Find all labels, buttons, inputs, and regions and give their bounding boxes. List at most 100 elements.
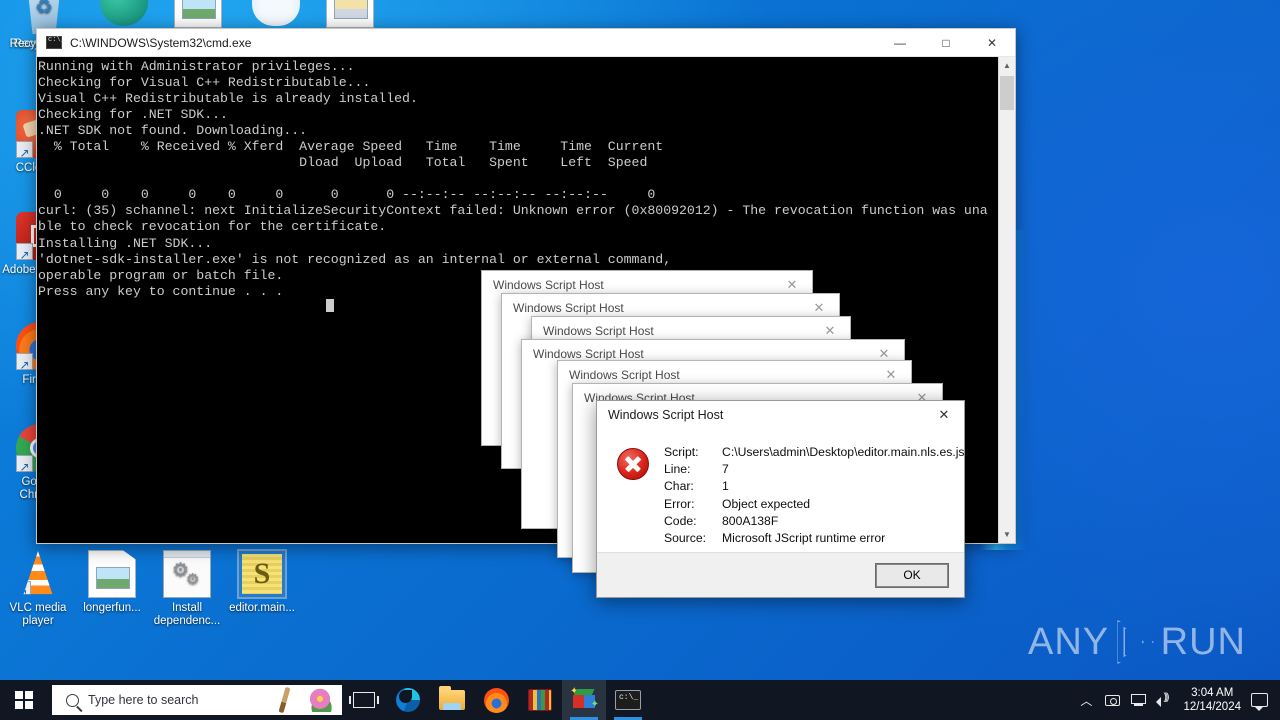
window-controls: — □ ✕ <box>877 29 1015 57</box>
start-button[interactable] <box>0 680 48 720</box>
chevron-up-icon: ︿ <box>1080 693 1093 708</box>
paint-lotus-icon <box>278 685 338 715</box>
dialog-footer: OK <box>597 552 964 597</box>
table-row: Code: 800A138F <box>664 514 965 529</box>
row-value: Microsoft JScript runtime error <box>722 531 886 546</box>
microsoft-edge-button[interactable] <box>386 680 430 720</box>
desktop-icon-install-dependencies[interactable]: ⚙ ⚙ Install dependenc... <box>149 550 225 628</box>
ok-button[interactable]: OK <box>875 562 949 588</box>
clock-time: 3:04 AM <box>1191 687 1234 699</box>
jscript-file-icon <box>237 549 287 599</box>
taskbar[interactable]: Type here to search ✦✦ ︿ <box>0 680 1280 720</box>
system-tray[interactable]: ︿ 3:04 AM 12/14/2024 <box>1073 680 1280 720</box>
cube-app-icon: ✦✦ <box>570 686 599 712</box>
table-row: Char: 1 <box>664 479 965 494</box>
screen-recorder-button[interactable] <box>1099 680 1125 720</box>
document-icon <box>174 0 222 28</box>
cmd-title-bar[interactable]: C:\WINDOWS\System32\cmd.exe — □ ✕ <box>37 29 1015 57</box>
dialog-title: Windows Script Host <box>493 278 604 292</box>
cmd-scrollbar[interactable]: ▲ ▼ <box>998 57 1015 543</box>
table-row: Error: Object expected <box>664 497 965 512</box>
clock-date: 12/14/2024 <box>1183 701 1241 713</box>
notifications-icon[interactable] <box>1251 693 1268 711</box>
desktop-icon-label: Install dependenc... <box>153 602 221 627</box>
desktop-icon-vlc-media-player[interactable]: VLC media player <box>0 550 76 628</box>
close-icon[interactable]: ✕ <box>924 401 964 429</box>
search-icon <box>66 693 79 707</box>
row-label: Code: <box>664 513 697 528</box>
row-value: Object expected <box>722 496 811 511</box>
row-value: 1 <box>722 479 729 494</box>
dialog-title: Windows Script Host <box>543 324 654 338</box>
edge-icon <box>396 688 420 712</box>
watermark-text-left: ANY <box>1028 620 1110 663</box>
play-triangle-icon <box>1115 619 1155 665</box>
winrar-icon <box>528 689 552 711</box>
volume-button[interactable] <box>1151 680 1177 720</box>
windows-logo-icon <box>15 691 33 709</box>
file-explorer-button[interactable] <box>430 680 474 720</box>
network-icon <box>1130 694 1146 706</box>
table-row: Script: C:\Users\admin\Desktop\editor.ma… <box>664 445 965 460</box>
cmd-cursor <box>326 299 334 312</box>
volume-icon <box>1156 692 1172 707</box>
script-host-error-dialog[interactable]: Windows Script Host ✕ Script: C:\Users\a… <box>596 400 965 598</box>
scroll-down-arrow-icon[interactable]: ▼ <box>999 526 1015 543</box>
table-row: Line: 7 <box>664 462 965 477</box>
desktop-icon-label: editor.main... <box>229 602 295 614</box>
table-row: Source: Microsoft JScript runtime error <box>664 531 965 546</box>
vlc-icon <box>23 550 53 595</box>
task-view-button[interactable] <box>342 680 386 720</box>
row-label: Char: <box>664 479 694 494</box>
task-view-icon <box>349 692 379 708</box>
desktop-icon-editor-main[interactable]: editor.main... <box>224 549 300 615</box>
scrollbar-thumb[interactable] <box>1000 76 1014 110</box>
script-app-button[interactable]: ✦✦ <box>562 680 606 720</box>
desktop-icon-onedrive[interactable] <box>238 0 314 30</box>
error-icon <box>617 448 649 480</box>
close-button[interactable]: ✕ <box>969 29 1015 57</box>
firefox-button[interactable] <box>474 680 518 720</box>
row-label: Script: <box>664 445 699 459</box>
row-label: Line: <box>664 462 691 477</box>
clock[interactable]: 3:04 AM 12/14/2024 <box>1177 686 1251 714</box>
recorder-icon <box>1104 694 1120 706</box>
error-details-table: Script: C:\Users\admin\Desktop\editor.ma… <box>662 443 967 548</box>
desktop-icon-teal-app[interactable] <box>86 0 162 30</box>
row-value: 7 <box>722 462 729 477</box>
search-input[interactable]: Type here to search <box>52 685 342 715</box>
dialog-title: Windows Script Host <box>569 368 680 382</box>
dialog-title: Windows Script Host <box>608 408 724 422</box>
dialog-title-bar[interactable]: Windows Script Host ✕ <box>597 401 964 429</box>
cmd-output-text: Running with Administrator privileges...… <box>38 59 988 299</box>
image-document-icon <box>88 550 136 598</box>
cmd-app-icon <box>46 36 65 49</box>
dialog-title: Windows Script Host <box>513 301 624 315</box>
folder-icon <box>439 686 465 710</box>
desktop-icon-label: longerfun... <box>83 602 141 614</box>
row-value: C:\Users\admin\Desktop\editor.main.nls.e… <box>722 445 965 459</box>
install-script-icon: ⚙ ⚙ <box>163 550 211 598</box>
minimize-button[interactable]: — <box>877 29 923 57</box>
anyrun-watermark: ANY RUN <box>1028 614 1246 670</box>
row-value: 800A138F <box>722 513 779 528</box>
network-button[interactable] <box>1125 680 1151 720</box>
row-label: Error: <box>664 496 695 511</box>
watermark-text-right: RUN <box>1160 620 1246 663</box>
dialog-title: Windows Script Host <box>533 347 644 361</box>
teal-app-icon <box>100 0 148 26</box>
desktop-icon-label: VLC media player <box>9 602 67 627</box>
maximize-button[interactable]: □ <box>923 29 969 57</box>
onedrive-icon <box>252 0 300 26</box>
show-hidden-icons-button[interactable]: ︿ <box>1073 680 1099 720</box>
cmd-title: C:\WINDOWS\System32\cmd.exe <box>70 35 252 50</box>
cmd-icon <box>615 690 641 710</box>
row-label: Source: <box>664 531 707 546</box>
scroll-up-arrow-icon[interactable]: ▲ <box>999 57 1015 74</box>
mail-document-icon <box>326 0 374 28</box>
command-prompt-button[interactable] <box>606 680 650 720</box>
firefox-icon <box>483 687 509 713</box>
winrar-button[interactable] <box>518 680 562 720</box>
dialog-content: Script: C:\Users\admin\Desktop\editor.ma… <box>597 429 967 548</box>
desktop-icon-longerfun[interactable]: longerfun... <box>74 550 150 615</box>
